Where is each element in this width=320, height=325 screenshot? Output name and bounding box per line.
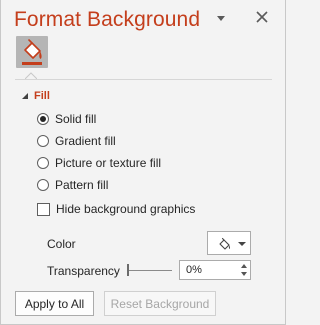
divider xyxy=(15,79,272,80)
gradient-fill-label: Gradient fill xyxy=(55,134,116,148)
hide-background-graphics-option[interactable]: Hide background graphics xyxy=(37,202,195,216)
transparency-slider-thumb[interactable] xyxy=(127,264,129,276)
pattern-fill-option[interactable]: Pattern fill xyxy=(37,178,108,192)
picture-texture-fill-label: Picture or texture fill xyxy=(55,156,162,170)
transparency-label: Transparency xyxy=(47,264,120,278)
fill-section-label: Fill xyxy=(34,90,50,102)
pane-title: Format Background xyxy=(14,8,201,31)
pattern-fill-label: Pattern fill xyxy=(55,178,109,192)
task-pane-options-icon[interactable] xyxy=(214,13,228,23)
fill-color-button[interactable] xyxy=(207,231,251,255)
solid-fill-radio[interactable] xyxy=(37,113,49,125)
fill-section-header[interactable]: Fill xyxy=(22,90,50,102)
color-label: Color xyxy=(47,237,76,251)
paint-bucket-icon xyxy=(22,39,42,65)
transparency-slider-track[interactable] xyxy=(128,270,172,271)
spin-up-icon[interactable] xyxy=(239,262,248,270)
gradient-fill-radio[interactable] xyxy=(37,135,49,147)
hide-background-graphics-label: Hide background graphics xyxy=(56,202,196,216)
picture-texture-fill-radio[interactable] xyxy=(37,157,49,169)
format-background-pane: Format Background Fill Solid fill Gradie… xyxy=(0,0,286,325)
apply-to-all-button[interactable]: Apply to All xyxy=(15,291,94,316)
picture-texture-fill-option[interactable]: Picture or texture fill xyxy=(37,156,161,170)
selected-tab-pointer xyxy=(25,72,37,79)
fill-tab[interactable] xyxy=(16,36,48,68)
transparency-spinner[interactable] xyxy=(179,260,251,280)
close-icon[interactable] xyxy=(253,8,271,26)
transparency-input[interactable] xyxy=(180,261,238,279)
spin-down-icon[interactable] xyxy=(239,270,248,278)
pattern-fill-radio[interactable] xyxy=(37,179,49,191)
reset-background-button[interactable]: Reset Background xyxy=(104,291,216,316)
solid-fill-label: Solid fill xyxy=(55,112,97,126)
solid-fill-option[interactable]: Solid fill xyxy=(37,112,96,126)
gradient-fill-option[interactable]: Gradient fill xyxy=(37,134,116,148)
collapse-triangle-icon xyxy=(22,93,28,99)
chevron-down-icon xyxy=(238,242,246,246)
hide-background-graphics-checkbox[interactable] xyxy=(37,202,50,216)
paint-bucket-icon xyxy=(219,237,230,250)
